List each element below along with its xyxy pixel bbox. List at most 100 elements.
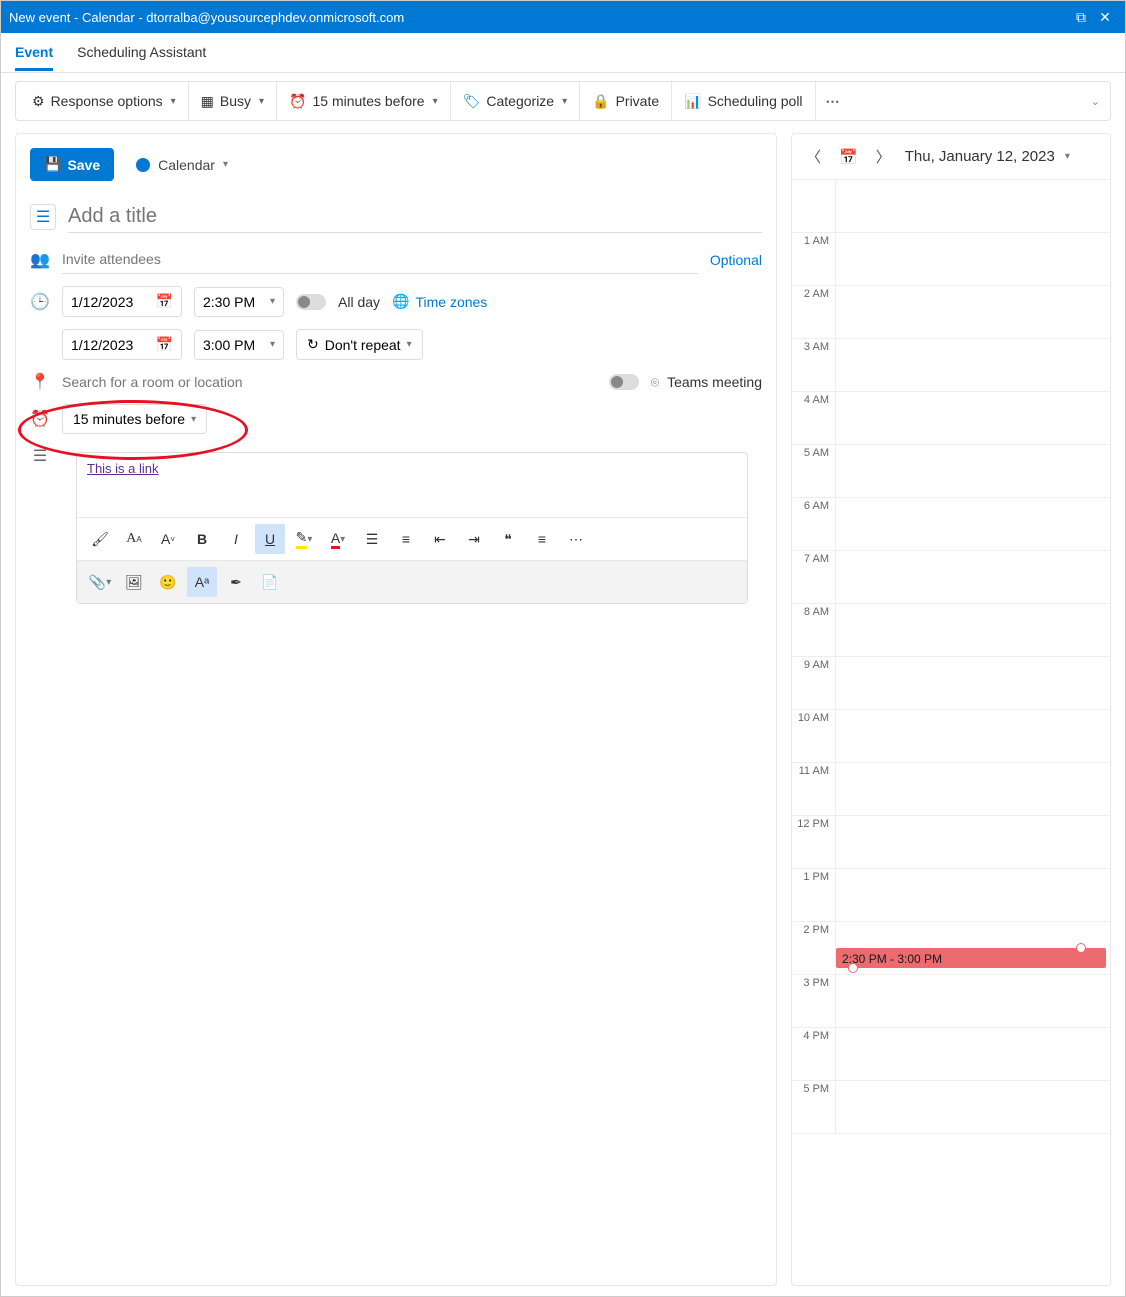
time-label: 8 AM <box>792 604 836 656</box>
optional-attendees-link[interactable]: Optional <box>710 252 762 268</box>
chevron-down-icon: ▾ <box>171 96 176 107</box>
reminder-button[interactable]: ⏰ 15 minutes before ▾ <box>277 82 451 120</box>
time-slot[interactable]: 1 PM <box>792 869 1110 922</box>
location-icon: 📍 <box>30 372 50 392</box>
chevron-down-icon: ▾ <box>223 159 228 170</box>
emoji-button[interactable]: 🙂 <box>153 567 183 597</box>
more-button[interactable]: ⋯ <box>816 93 851 110</box>
end-time-input[interactable]: 3:00 PM ▾ <box>194 330 284 360</box>
time-slot[interactable]: 12 PM <box>792 816 1110 869</box>
time-slot[interactable]: 1 AM <box>792 233 1110 286</box>
italic-button[interactable]: I <box>221 524 251 554</box>
scheduling-poll-button[interactable]: 📊 Scheduling poll <box>672 82 815 120</box>
repeat-icon: ↻ <box>307 336 319 353</box>
today-button[interactable]: 📅 <box>835 146 862 168</box>
bold-button[interactable]: B <box>187 524 217 554</box>
signature-button[interactable]: ✒ <box>221 567 251 597</box>
prev-day-button[interactable]: 〈 <box>802 144 825 169</box>
popout-icon[interactable]: ⧉ <box>1069 9 1093 26</box>
format-toggle-button[interactable]: Aᵃ <box>187 567 217 597</box>
end-date-input[interactable]: 1/12/2023 📅 <box>62 329 182 360</box>
title-input[interactable] <box>68 201 762 233</box>
time-slot[interactable] <box>792 180 1110 233</box>
format-toolbar: 🖌 AA A˅ B I U ✎▾ A▾ ☰ ≡ ⇤ ⇥ ❝ ≡ ⋯ <box>77 517 747 560</box>
time-slot[interactable]: 4 AM <box>792 392 1110 445</box>
poll-icon: 📊 <box>684 93 701 110</box>
format-options-button[interactable]: ☰ <box>30 204 56 230</box>
align-button[interactable]: ≡ <box>527 524 557 554</box>
day-nav: 〈 📅 〉 Thu, January 12, 2023 ▾ <box>792 144 1110 179</box>
font-size-button[interactable]: A˅ <box>153 524 183 554</box>
chevron-down-icon: ▾ <box>259 96 264 107</box>
format-painter-button[interactable]: 🖌 <box>85 524 115 554</box>
time-slot[interactable]: 5 PM <box>792 1081 1110 1134</box>
calendar-event-block[interactable]: 2:30 PM - 3:00 PM <box>836 948 1106 968</box>
time-slot[interactable]: 3 PM <box>792 975 1110 1028</box>
time-slot[interactable]: 6 AM <box>792 498 1110 551</box>
save-label: Save <box>67 157 100 173</box>
font-button[interactable]: AA <box>119 524 149 554</box>
numbering-button[interactable]: ≡ <box>391 524 421 554</box>
categorize-button[interactable]: 🏷 Categorize ▾ <box>451 82 581 120</box>
outdent-button[interactable]: ⇤ <box>425 524 455 554</box>
calendar-picker[interactable]: Calendar ▾ <box>124 157 228 173</box>
teams-icon: ⌾ <box>651 374 659 391</box>
attach-button[interactable]: 📎▾ <box>85 567 115 597</box>
next-day-button[interactable]: 〉 <box>872 144 895 169</box>
reminder-label: 15 minutes before <box>313 93 425 109</box>
start-time-input[interactable]: 2:30 PM ▾ <box>194 287 284 317</box>
location-input[interactable] <box>62 374 597 390</box>
time-slot[interactable]: 11 AM <box>792 763 1110 816</box>
private-button[interactable]: 🔒 Private <box>580 82 672 120</box>
save-button[interactable]: 💾 Save <box>30 148 114 181</box>
window-title: New event - Calendar - dtorralba@yousour… <box>9 10 1069 25</box>
time-slot[interactable]: 2 AM <box>792 286 1110 339</box>
highlight-button[interactable]: ✎▾ <box>289 524 319 554</box>
people-icon: 👥 <box>30 250 50 270</box>
time-slot[interactable]: 4 PM <box>792 1028 1110 1081</box>
event-form: 💾 Save Calendar ▾ ☰ 👥 Optional 🕒 1/12/20… <box>15 133 777 1286</box>
time-label: 2 PM <box>792 922 836 974</box>
alarm-icon: ⏰ <box>30 409 50 429</box>
dictate-button[interactable]: 📄 <box>255 567 285 597</box>
underline-button[interactable]: U <box>255 524 285 554</box>
tab-scheduling-assistant[interactable]: Scheduling Assistant <box>77 34 206 71</box>
spacer <box>30 335 50 355</box>
time-slot[interactable]: 5 AM <box>792 445 1110 498</box>
repeat-button[interactable]: ↻ Don't repeat ▾ <box>296 329 423 360</box>
expand-toolbar-button[interactable]: ⌄ <box>1085 95 1106 108</box>
time-label: 1 AM <box>792 233 836 285</box>
tab-event[interactable]: Event <box>15 34 53 71</box>
body-link[interactable]: This is a link <box>87 461 159 476</box>
bullets-button[interactable]: ☰ <box>357 524 387 554</box>
time-zones-link[interactable]: 🌐 Time zones <box>392 293 487 310</box>
time-slot[interactable]: 9 AM <box>792 657 1110 710</box>
insert-picture-button[interactable]: 🖼 <box>119 567 149 597</box>
time-slot[interactable]: 7 AM <box>792 551 1110 604</box>
response-options-button[interactable]: ⚙ Response options ▾ <box>20 82 189 120</box>
indent-button[interactable]: ⇥ <box>459 524 489 554</box>
timeline[interactable]: 1 AM2 AM3 AM4 AM5 AM6 AM7 AM8 AM9 AM10 A… <box>792 179 1110 1275</box>
time-slot[interactable]: 2 PM2:30 PM - 3:00 PM <box>792 922 1110 975</box>
response-options-label: Response options <box>51 93 163 109</box>
day-preview: 〈 📅 〉 Thu, January 12, 2023 ▾ 1 AM2 AM3 … <box>791 133 1111 1286</box>
time-label: 12 PM <box>792 816 836 868</box>
teams-meeting-toggle[interactable] <box>609 374 639 390</box>
close-icon[interactable]: ✕ <box>1093 9 1117 26</box>
attendees-input[interactable] <box>62 245 698 274</box>
time-slot[interactable]: 10 AM <box>792 710 1110 763</box>
time-slot[interactable]: 8 AM <box>792 604 1110 657</box>
description-body[interactable]: This is a link <box>77 453 747 517</box>
quote-button[interactable]: ❝ <box>493 524 523 554</box>
time-label: 5 AM <box>792 445 836 497</box>
font-color-button[interactable]: A▾ <box>323 524 353 554</box>
time-slot[interactable]: 3 AM <box>792 339 1110 392</box>
more-format-button[interactable]: ⋯ <box>561 524 591 554</box>
time-zones-label: Time zones <box>415 294 487 310</box>
reminder-dropdown[interactable]: 15 minutes before ▾ <box>62 404 207 434</box>
start-date-input[interactable]: 1/12/2023 📅 <box>62 286 182 317</box>
all-day-toggle[interactable] <box>296 294 326 310</box>
show-as-button[interactable]: ▦ Busy ▾ <box>189 82 277 120</box>
time-label: 9 AM <box>792 657 836 709</box>
content-area: 💾 Save Calendar ▾ ☰ 👥 Optional 🕒 1/12/20… <box>1 123 1125 1296</box>
